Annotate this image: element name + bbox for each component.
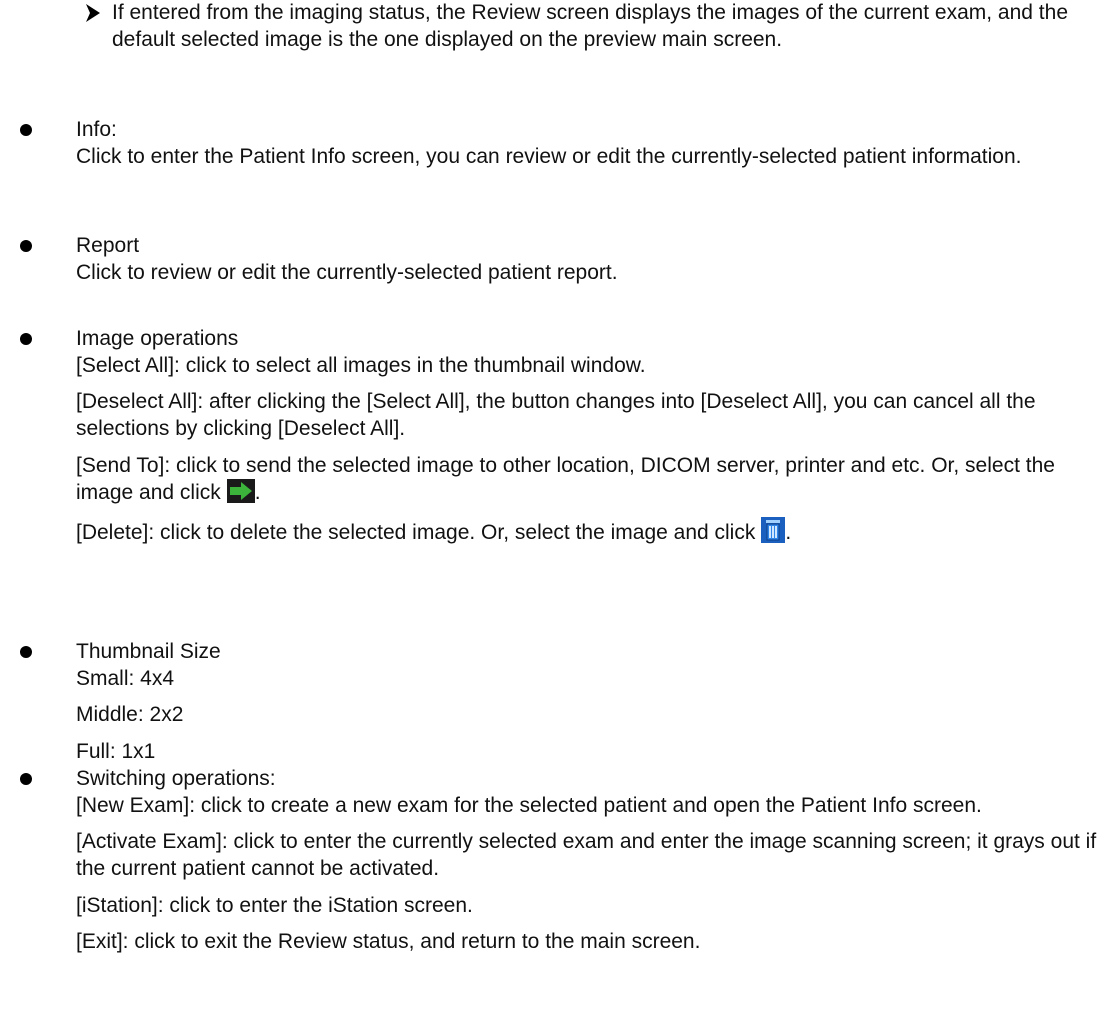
thumbnail-full: Full: 1x1 — [76, 739, 156, 763]
exit-description: [Exit]: click to exit the Review status,… — [76, 930, 701, 954]
activate-exam-description: [Activate Exam]: click to enter the curr… — [76, 830, 1097, 880]
section-title: Info: — [76, 118, 117, 141]
section-thumbnail-size: Thumbnail Size Small: 4x4 Middle: 2x2 Fu… — [20, 639, 1100, 766]
section-title: Image operations — [76, 327, 239, 350]
section-title: Thumbnail Size — [76, 640, 221, 663]
green-arrow-icon — [226, 479, 255, 504]
section-image-operations: Image operations [Select All]: click to … — [20, 326, 1100, 547]
send-to-description: [Send To]: click to send the selected im… — [76, 453, 1100, 507]
arrow-bullet-icon — [86, 4, 100, 22]
bullet-dot-icon — [20, 773, 32, 785]
trash-icon — [761, 516, 786, 543]
bullet-dot-icon — [20, 240, 32, 252]
section-switching-operations: Switching operations: [New Exam]: click … — [20, 766, 1100, 956]
send-to-end: . — [254, 481, 261, 505]
thumbnail-small: Small: 4x4 — [76, 666, 175, 690]
deselect-all-description: [Deselect All]: after clicking the [Sele… — [76, 390, 1036, 440]
delete-description: [Delete]: click to delete the selected i… — [76, 516, 1100, 547]
section-body: Click to enter the Patient Info screen, … — [76, 144, 1022, 168]
bullet-dot-icon — [20, 333, 32, 345]
document-page: If entered from the imaging status, the … — [0, 0, 1115, 1019]
bullet-dot-icon — [20, 646, 32, 658]
section-info: Info: Click to enter the Patient Info sc… — [20, 117, 1100, 170]
thumbnail-middle: Middle: 2x2 — [76, 703, 184, 727]
delete-end: . — [785, 520, 792, 544]
top-note-item: If entered from the imaging status, the … — [86, 0, 1096, 53]
delete-text: [Delete]: click to delete the selected i… — [76, 520, 756, 544]
section-body: Click to review or edit the currently-se… — [76, 260, 618, 284]
send-to-text: [Send To]: click to send the selected im… — [76, 453, 1055, 505]
bullet-dot-icon — [20, 124, 32, 136]
section-title: Switching operations: — [76, 767, 276, 790]
new-exam-description: [New Exam]: click to create a new exam f… — [76, 793, 982, 817]
section-report: Report Click to review or edit the curre… — [20, 233, 1100, 286]
select-all-description: [Select All]: click to select all images… — [76, 353, 646, 377]
section-title: Report — [76, 234, 140, 257]
istation-description: [iStation]: click to enter the iStation … — [76, 893, 473, 917]
top-note-text: If entered from the imaging status, the … — [112, 1, 1068, 51]
